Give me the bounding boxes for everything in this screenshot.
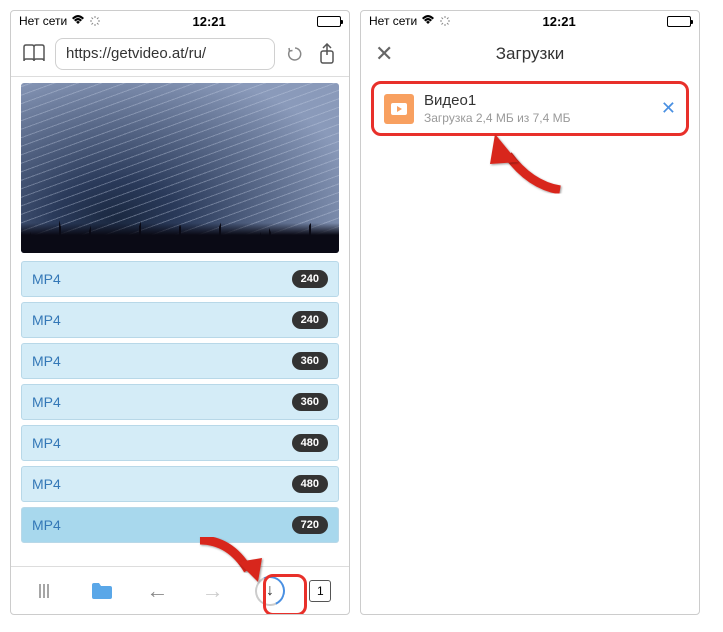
carrier-text: Нет сети bbox=[19, 14, 67, 28]
bookmarks-icon[interactable] bbox=[21, 41, 47, 67]
quality-badge: 240 bbox=[292, 270, 328, 288]
share-icon[interactable] bbox=[315, 42, 339, 66]
tabs-icon[interactable]: 1 bbox=[309, 580, 331, 602]
format-label: MP4 bbox=[32, 271, 61, 287]
carrier-text: Нет сети bbox=[369, 14, 417, 28]
folder-icon[interactable] bbox=[84, 573, 120, 609]
page-content: MP4 240 MP4 240 MP4 360 MP4 360 MP4 480 MP4 480 MP4 7… bbox=[11, 77, 349, 566]
format-label: MP4 bbox=[32, 353, 61, 369]
format-option[interactable]: MP4 240 bbox=[21, 302, 339, 338]
format-option[interactable]: MP4 360 bbox=[21, 343, 339, 379]
format-label: MP4 bbox=[32, 517, 61, 533]
downloads-screen: Нет сети 12:21 ✕ Загрузки Видео1 Загрузк… bbox=[360, 10, 700, 615]
quality-badge: 240 bbox=[292, 311, 328, 329]
quality-badge: 360 bbox=[292, 393, 328, 411]
browser-screen: Нет сети 12:21 https://getvideo.at/ru/ bbox=[10, 10, 350, 615]
format-option[interactable]: MP4 480 bbox=[21, 466, 339, 502]
back-icon[interactable]: ← bbox=[139, 573, 175, 609]
reload-icon[interactable] bbox=[283, 42, 307, 66]
format-option[interactable]: MP4 360 bbox=[21, 384, 339, 420]
format-option[interactable]: MP4 720 bbox=[21, 507, 339, 543]
format-label: MP4 bbox=[32, 394, 61, 410]
status-time: 12:21 bbox=[193, 14, 226, 29]
battery-icon bbox=[317, 16, 341, 27]
video-thumbnail[interactable] bbox=[21, 83, 339, 253]
bottom-toolbar: ← → ↓ 1 bbox=[11, 566, 349, 614]
video-file-icon bbox=[384, 94, 414, 124]
format-option[interactable]: MP4 480 bbox=[21, 425, 339, 461]
download-item[interactable]: Видео1 Загрузка 2,4 МБ из 7,4 МБ ✕ bbox=[371, 81, 689, 136]
battery-icon bbox=[667, 16, 691, 27]
wifi-icon bbox=[71, 14, 85, 28]
downloads-button[interactable]: ↓ bbox=[250, 571, 290, 611]
format-label: MP4 bbox=[32, 476, 61, 492]
download-name: Видео1 bbox=[424, 92, 651, 109]
wifi-icon bbox=[421, 14, 435, 28]
format-label: MP4 bbox=[32, 435, 61, 451]
status-time: 12:21 bbox=[543, 14, 576, 29]
forward-icon: → bbox=[195, 573, 231, 609]
close-icon[interactable]: ✕ bbox=[375, 41, 393, 67]
cancel-download-icon[interactable]: ✕ bbox=[661, 98, 676, 119]
quality-badge: 360 bbox=[292, 352, 328, 370]
url-input[interactable]: https://getvideo.at/ru/ bbox=[55, 38, 275, 70]
status-bar: Нет сети 12:21 bbox=[361, 11, 699, 31]
quality-badge: 480 bbox=[292, 434, 328, 452]
quality-badge: 720 bbox=[292, 516, 328, 534]
browser-toolbar: https://getvideo.at/ru/ bbox=[11, 31, 349, 77]
downloads-title: Загрузки bbox=[361, 44, 699, 64]
download-status: Загрузка 2,4 МБ из 7,4 МБ bbox=[424, 111, 651, 125]
loading-spinner-icon bbox=[89, 15, 101, 27]
status-bar: Нет сети 12:21 bbox=[11, 11, 349, 31]
quality-badge: 480 bbox=[292, 475, 328, 493]
format-label: MP4 bbox=[32, 312, 61, 328]
downloads-header: ✕ Загрузки bbox=[361, 31, 699, 77]
loading-spinner-icon bbox=[439, 15, 451, 27]
panels-icon[interactable] bbox=[29, 573, 65, 609]
url-text: https://getvideo.at/ru/ bbox=[66, 45, 206, 62]
format-option[interactable]: MP4 240 bbox=[21, 261, 339, 297]
